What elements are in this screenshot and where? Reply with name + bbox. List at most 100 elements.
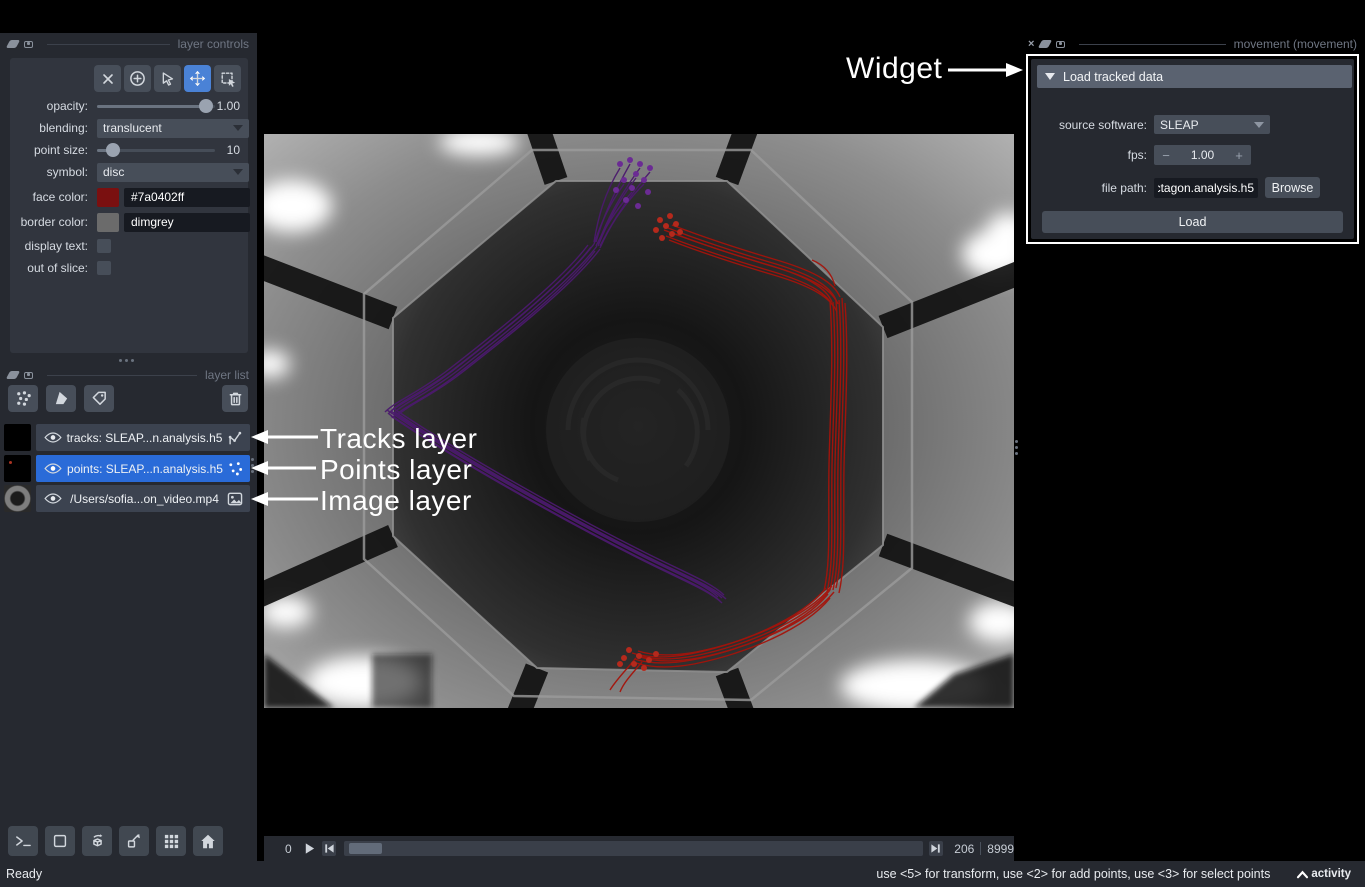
layer-row-tracks[interactable]: tracks: SLEAP...n.analysis.h5 <box>0 424 257 451</box>
roll-dimensions-button[interactable] <box>82 826 112 856</box>
point-size-slider-handle[interactable] <box>106 143 120 157</box>
fps-label: fps: <box>1037 148 1147 162</box>
status-message: Ready <box>6 867 42 881</box>
float-panel-icon[interactable] <box>24 372 33 379</box>
layer-list-header: layer list <box>0 367 257 383</box>
load-tracked-data-section[interactable]: Load tracked data <box>1037 65 1352 88</box>
chevron-up-icon <box>1296 870 1309 879</box>
opacity-value: 1.00 <box>215 99 240 113</box>
status-bar: Ready use <5> for transform, use <2> for… <box>0 861 1365 887</box>
visibility-eye-icon[interactable] <box>44 431 62 444</box>
new-labels-layer-button[interactable] <box>84 385 114 412</box>
symbol-dropdown[interactable]: disc <box>97 163 249 182</box>
source-software-label: source software: <box>1037 118 1147 132</box>
right-dock: × movement (movement) Load tracked data … <box>1020 33 1365 861</box>
dims-slider-row: 0 206 8999 <box>264 836 1014 861</box>
face-color-input[interactable]: #7a0402ff <box>124 188 250 207</box>
layer-controls-title: layer controls <box>178 37 249 51</box>
decrement-icon[interactable]: − <box>1154 148 1178 163</box>
visibility-eye-icon[interactable] <box>44 462 62 475</box>
layer-thumbnail <box>4 424 31 451</box>
add-points-button[interactable] <box>124 65 151 92</box>
point-size-value: 10 <box>215 143 240 157</box>
border-color-value: dimgrey <box>131 215 174 229</box>
layer-row-points[interactable]: points: SLEAP...n.analysis.h5 <box>0 455 257 482</box>
divider <box>47 44 170 45</box>
hide-panel-icon[interactable] <box>6 371 20 379</box>
console-button[interactable] <box>8 826 38 856</box>
point-size-slider[interactable] <box>97 141 215 159</box>
dims-axis-label[interactable]: 0 <box>285 842 292 856</box>
new-points-layer-button[interactable] <box>8 385 38 412</box>
grid-view-button[interactable] <box>156 826 186 856</box>
point-size-label: point size: <box>18 143 88 157</box>
left-dock: layer controls <box>0 33 257 861</box>
movement-dock-title: movement (movement) <box>1234 37 1357 51</box>
annotation-image-arrow <box>250 491 318 507</box>
layer-name: /Users/sofia...on_video.mp4 <box>62 492 227 506</box>
display-text-checkbox[interactable] <box>97 239 111 253</box>
border-color-swatch[interactable] <box>97 213 119 232</box>
status-help-text: use <5> for transform, use <2> for add p… <box>876 867 1270 881</box>
play-button[interactable] <box>303 842 316 855</box>
layer-thumbnail <box>4 455 31 482</box>
face-color-value: #7a0402ff <box>131 190 184 204</box>
face-color-label: face color: <box>18 190 88 204</box>
activity-button[interactable]: activity <box>1296 868 1351 880</box>
frame-slider[interactable] <box>344 841 922 856</box>
delete-points-button[interactable] <box>94 65 121 92</box>
current-frame: 206 <box>954 842 974 856</box>
layer-name: tracks: SLEAP...n.analysis.h5 <box>62 431 227 445</box>
annotation-widget: Widget <box>846 52 942 86</box>
total-frames: 8999 <box>987 842 1014 856</box>
symbol-value: disc <box>103 165 124 179</box>
movement-widget: Load tracked data source software: SLEAP… <box>1026 54 1359 244</box>
browse-button[interactable]: Browse <box>1265 177 1320 198</box>
border-color-label: border color: <box>18 215 88 229</box>
float-panel-icon[interactable] <box>1056 41 1065 48</box>
delete-layer-button[interactable] <box>222 385 248 412</box>
float-panel-icon[interactable] <box>24 41 33 48</box>
border-color-input[interactable]: dimgrey <box>124 213 250 232</box>
select-points-button[interactable] <box>154 65 181 92</box>
hide-panel-icon[interactable] <box>6 40 20 48</box>
layer-row-image[interactable]: /Users/sofia...on_video.mp4 <box>0 485 257 512</box>
browse-button-label: Browse <box>1272 181 1314 195</box>
source-software-value: SLEAP <box>1160 118 1199 132</box>
out-of-slice-checkbox[interactable] <box>97 261 111 275</box>
divider <box>1079 44 1225 45</box>
home-button[interactable] <box>193 826 223 856</box>
transpose-dimensions-button[interactable] <box>119 826 149 856</box>
jump-to-start-button[interactable] <box>322 841 337 856</box>
divider <box>47 375 197 376</box>
opacity-slider-handle[interactable] <box>199 99 213 113</box>
hide-panel-icon[interactable] <box>1038 40 1052 48</box>
layer-list-title: layer list <box>205 368 249 382</box>
frame-slider-handle[interactable] <box>349 843 382 854</box>
panel-resize-handle[interactable] <box>119 359 134 362</box>
symbol-label: symbol: <box>18 165 88 179</box>
fps-spinbox[interactable]: − 1.00 + <box>1154 145 1251 165</box>
transform-button[interactable] <box>214 65 241 92</box>
close-panel-icon[interactable]: × <box>1028 40 1034 48</box>
visibility-eye-icon[interactable] <box>44 492 62 505</box>
file-path-input[interactable]: octagon.analysis.h5 <box>1154 178 1258 198</box>
layer-name: points: SLEAP...n.analysis.h5 <box>62 462 228 476</box>
jump-to-end-button[interactable] <box>929 841 944 856</box>
opacity-label: opacity: <box>18 99 88 113</box>
opacity-slider[interactable] <box>97 97 215 115</box>
layer-controls-panel: opacity: 1.00 blending: translucent poin… <box>10 58 248 353</box>
dock-resize-handle[interactable] <box>1015 440 1018 455</box>
load-button[interactable]: Load <box>1042 211 1343 233</box>
layer-controls-header: layer controls <box>0 36 257 52</box>
collapse-triangle-icon <box>1045 73 1055 80</box>
increment-icon[interactable]: + <box>1227 148 1251 163</box>
ndisplay-toggle-button[interactable] <box>45 826 75 856</box>
points-layer-icon <box>228 461 243 476</box>
source-software-dropdown[interactable]: SLEAP <box>1154 115 1270 134</box>
face-color-swatch[interactable] <box>97 188 119 207</box>
pan-zoom-button[interactable] <box>184 65 211 92</box>
annotation-tracks-arrow <box>250 429 318 445</box>
new-shapes-layer-button[interactable] <box>46 385 76 412</box>
blending-dropdown[interactable]: translucent <box>97 119 249 138</box>
